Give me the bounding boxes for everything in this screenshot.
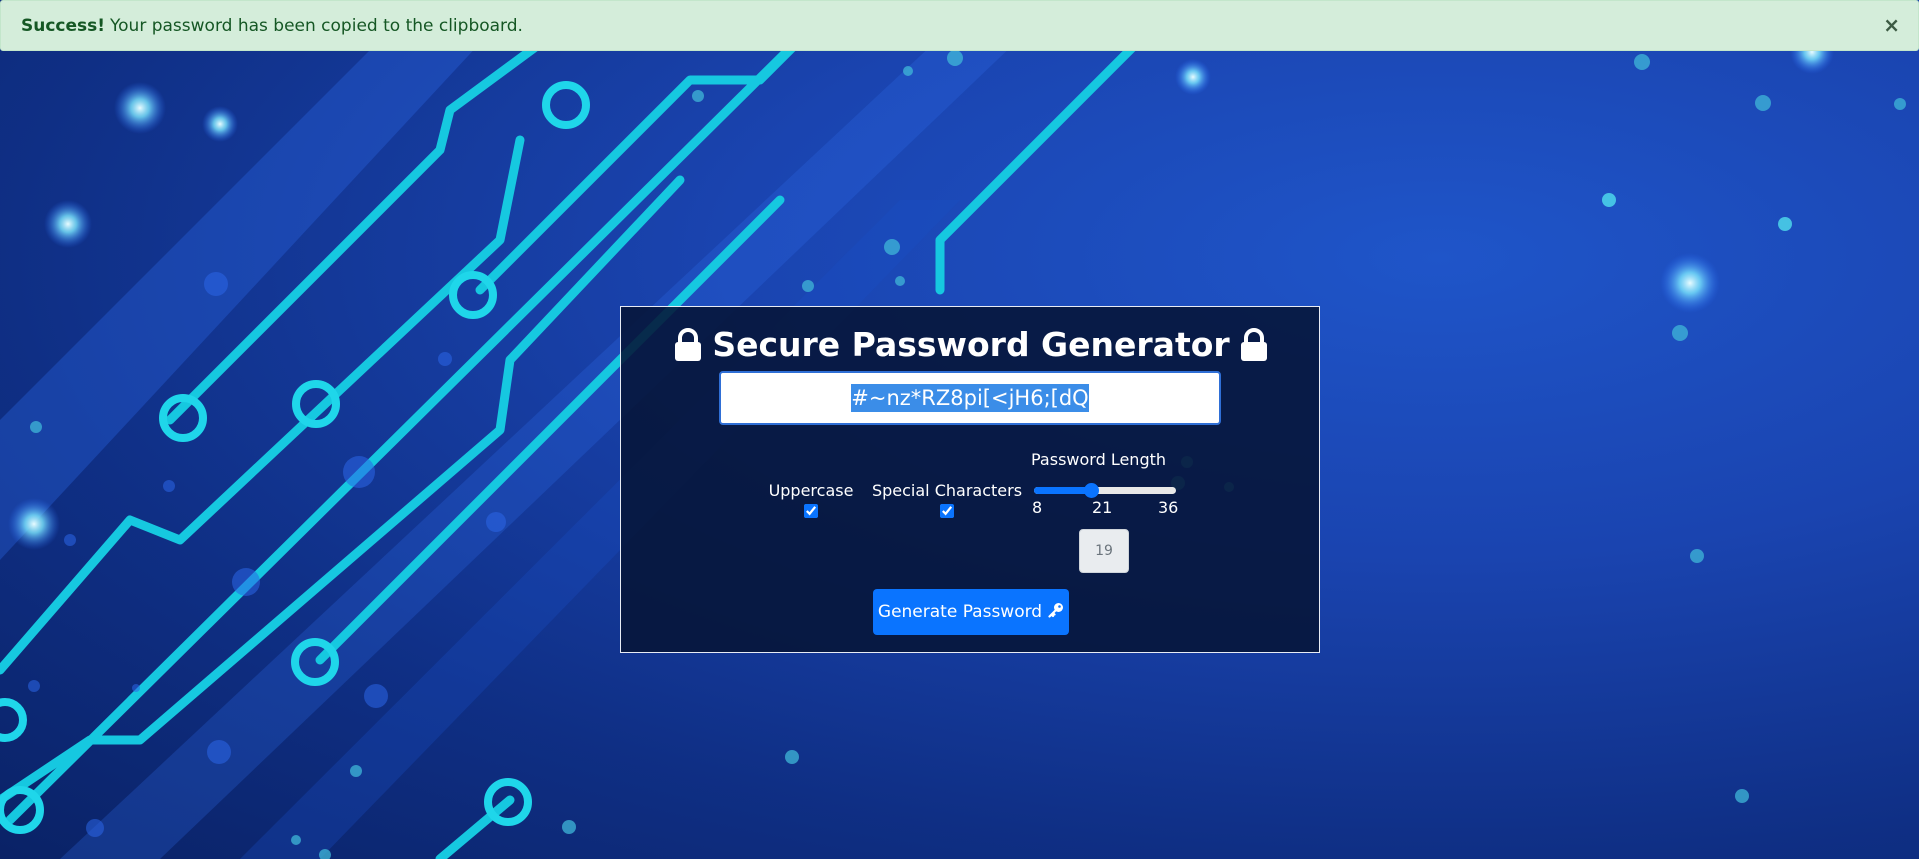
slider-thumb[interactable] [1083,483,1099,498]
close-icon[interactable]: × [1883,14,1900,36]
password-output-text[interactable]: #~nz*RZ8pi[<jH6;[dQ [851,384,1089,412]
slider-fill [1034,487,1090,494]
special-characters-option: Special Characters [867,481,1027,518]
alert-title: Success! [21,15,106,36]
slider-mid-label: 21 [1092,498,1113,517]
key-icon [1048,602,1064,623]
special-characters-label: Special Characters [871,481,1023,500]
special-characters-checkbox[interactable] [940,504,954,518]
password-generator-card: Secure Password Generator #~nz*RZ8pi[<jH… [620,306,1320,653]
page-title-row: Secure Password Generator [621,325,1321,364]
page-title: Secure Password Generator [712,325,1230,364]
uppercase-checkbox[interactable] [804,504,818,518]
slider-min-label: 8 [1032,498,1043,517]
slider-max-label: 36 [1158,498,1179,517]
password-length-label: Password Length [1031,450,1167,469]
lock-icon [674,327,702,362]
uppercase-label: Uppercase [768,481,854,500]
password-length-value: 19 [1079,529,1129,573]
alert-message: Your password has been copied to the cli… [110,15,523,36]
success-alert: Success! Your password has been copied t… [0,0,1919,51]
generate-password-button[interactable]: Generate Password [873,589,1069,635]
generate-password-label: Generate Password [877,602,1043,622]
lock-icon [1240,327,1268,362]
password-length-slider[interactable] [1034,483,1176,498]
password-output-field[interactable]: #~nz*RZ8pi[<jH6;[dQ [719,371,1221,425]
uppercase-option: Uppercase [761,481,861,518]
